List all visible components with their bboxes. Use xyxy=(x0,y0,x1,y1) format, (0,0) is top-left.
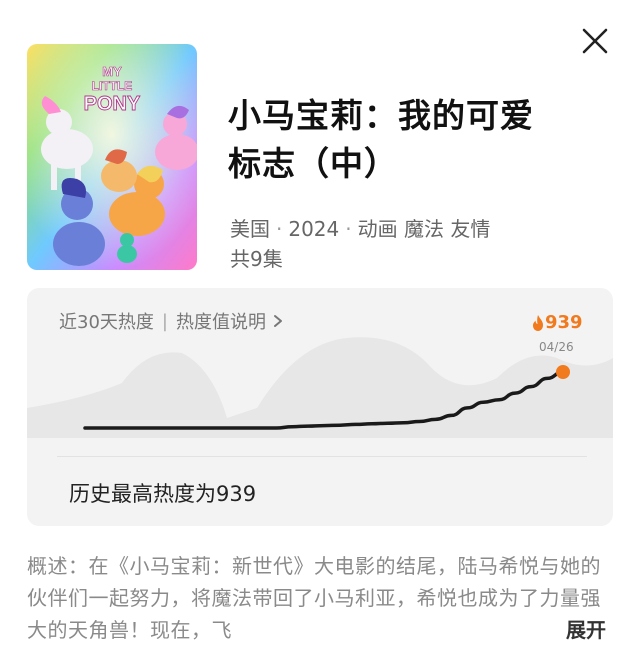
genres-label: 动画 魔法 友情 xyxy=(357,217,491,241)
svg-text:PONY: PONY xyxy=(84,93,141,115)
heat-header: 近30天热度 | 热度值说明 xyxy=(59,308,284,334)
svg-text:LITTLE: LITTLE xyxy=(92,79,133,93)
heat-value-number: 939 xyxy=(545,312,583,333)
heat-date: 04/26 xyxy=(539,340,574,354)
show-title: 小马宝莉：我的可爱标志（中） xyxy=(228,96,534,183)
heat-history-text: 历史最高热度为939 xyxy=(69,482,257,506)
chevron-right-icon[interactable] xyxy=(272,314,284,328)
heat-value: 939 xyxy=(531,312,583,333)
heat-card: 近30天热度 | 热度值说明 939 04/26 历史最高热度为939 xyxy=(27,288,613,526)
expand-button[interactable]: 展开 xyxy=(562,614,606,643)
year-label: 2024 xyxy=(288,217,340,241)
svg-text:MY: MY xyxy=(102,64,122,79)
heat-info-link[interactable]: 热度值说明 xyxy=(176,308,266,334)
poster-image[interactable]: MY LITTLE PONY xyxy=(27,44,197,270)
heat-divider-line xyxy=(57,456,587,457)
heat-period-label: 近30天热度 xyxy=(59,312,154,333)
heat-divider: | xyxy=(161,310,168,332)
country-label: 美国 xyxy=(230,217,270,241)
episode-count: 共9集 xyxy=(230,247,283,271)
show-meta: 美国 · 2024 · 动画 魔法 友情 xyxy=(230,217,491,241)
close-button[interactable] xyxy=(572,18,618,64)
close-icon xyxy=(582,28,608,54)
show-summary: 概述：在《小马宝莉：新世代》大电影的结尾，陆马希悦与她的伙伴们一起努力，将魔法带… xyxy=(27,554,601,642)
flame-icon xyxy=(533,314,543,331)
heat-latest-point xyxy=(556,365,570,379)
